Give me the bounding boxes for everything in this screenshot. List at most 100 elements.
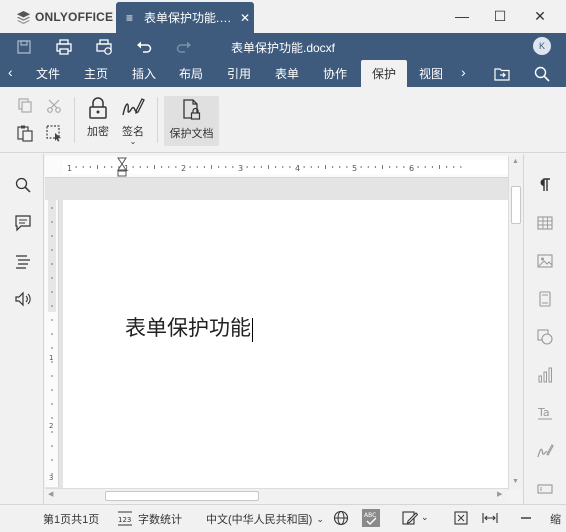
shape-icon[interactable] [536,328,554,346]
ribbon-separator [74,97,75,143]
language-label: 中文(中华人民共和国) [206,514,313,526]
ribbon-panel: 加密 签名 ⌄ 保护文档 [0,87,566,153]
document-canvas[interactable]: 表单保护功能 [45,178,508,490]
onlyoffice-logo[interactable]: ONLYOFFICE [16,9,113,25]
lock-icon [89,97,107,119]
sign-dropdown-icon[interactable]: ⌄ [130,138,137,146]
tabs-scroll-right-icon[interactable]: › [461,64,466,80]
editor-header: 表单保护功能.docxf K ‹ 文件 主页 插入 布局 引用 表单 协作 保护… [0,33,566,87]
zoom-label[interactable]: 缩 [550,511,561,527]
tab-layout[interactable]: 布局 [171,60,211,87]
zoom-out-icon[interactable] [518,510,534,526]
right-sidebar: Ta [523,154,566,504]
comments-icon[interactable] [14,214,32,232]
left-indent-marker[interactable] [117,170,127,177]
horizontal-scrollbar[interactable]: ◀ ▶ [45,488,508,503]
document-body-text[interactable]: 表单保护功能 [125,312,253,342]
tab-references[interactable]: 引用 [219,60,259,87]
page-info[interactable]: 第1页共1页 [43,511,99,527]
vertical-ruler-scale: 1 2 3 [48,200,56,482]
tab-protection[interactable]: 保护 [361,60,407,87]
ruler-tick-label: 5 [352,164,357,173]
cut-icon[interactable] [45,97,63,115]
app-title-bar: ONLYOFFICE ≡ 表单保护功能.… ✕ — ☐ ✕ [0,0,566,33]
header-footer-icon[interactable] [536,290,554,308]
document-text[interactable]: 表单保护功能 [125,316,251,340]
ruler-tick-label: 1 [49,354,53,362]
vertical-scrollbar[interactable]: ▲ ▼ [508,156,523,490]
horizontal-ruler[interactable]: 1123456 [45,156,508,178]
left-sidebar [0,154,44,504]
tab-forms[interactable]: 表单 [267,60,307,87]
protect-document-label: 保护文档 [169,128,214,140]
select-all-icon[interactable] [45,124,63,142]
table-icon[interactable] [536,214,554,232]
scroll-up-icon[interactable]: ▲ [512,158,519,165]
minimize-button[interactable]: — [452,6,472,26]
language-selector[interactable]: 中文(中华人民共和国) ⌄ [206,511,324,527]
ribbon-tabs: ‹ 文件 主页 插入 布局 引用 表单 协作 保护 视图 › [0,60,566,87]
paste-icon[interactable] [16,124,34,142]
scroll-down-icon[interactable]: ▼ [512,478,519,485]
tab-insert[interactable]: 插入 [124,60,164,87]
close-window-button[interactable]: ✕ [530,6,550,26]
tab-file[interactable]: 文件 [28,60,68,87]
copy-icon[interactable] [16,97,34,115]
fit-width-icon[interactable] [482,510,498,526]
track-changes-dropdown-icon[interactable]: ⌄ [421,512,429,523]
document-page[interactable]: 表单保护功能 [63,200,508,490]
spellcheck-icon[interactable]: ABC [362,509,380,527]
tab-collaboration[interactable]: 协作 [315,60,355,87]
signature-settings-icon[interactable] [536,442,554,460]
chart-icon[interactable] [536,366,554,384]
paragraph-icon[interactable] [536,176,554,194]
vertical-ruler[interactable]: 1 2 3 [45,200,59,487]
image-icon[interactable] [536,252,554,270]
ruler-tick-label: 3 [49,474,53,482]
ruler-margin-shade [48,200,56,312]
tabs-scroll-left-icon[interactable]: ‹ [8,64,13,80]
scroll-right-icon[interactable]: ▶ [497,490,502,498]
ruler-tick-label: 2 [181,164,186,173]
status-bar: 第1页共1页 123 字数统计 中文(中华人民共和国) ⌄ ABC ⌄ 缩 [0,504,566,532]
ribbon-separator [157,97,158,143]
ruler-strip [63,160,508,174]
form-field-icon[interactable] [536,480,554,498]
scroll-left-icon[interactable]: ◀ [48,490,53,498]
word-count-label[interactable]: 字数统计 [138,511,182,527]
ruler-tick-label: 2 [49,422,53,430]
sign-button[interactable]: 签名 ⌄ [118,96,148,146]
word-count-icon[interactable]: 123 [117,510,133,526]
speaker-icon[interactable] [14,290,32,308]
protect-document-button[interactable]: 保护文档 [164,96,219,146]
hamburger-icon[interactable]: ≡ [126,11,140,25]
protect-document-icon [182,99,200,120]
document-tab[interactable]: ≡ 表单保护功能.… ✕ [116,2,254,33]
maximize-button[interactable]: ☐ [490,6,510,26]
user-avatar[interactable]: K [533,37,551,55]
fit-page-icon[interactable] [453,510,469,526]
text-caret [252,317,253,342]
vertical-scroll-thumb[interactable] [511,186,521,224]
onlyoffice-logo-icon [16,10,31,24]
search-icon[interactable] [533,65,551,83]
text-art-icon[interactable]: Ta [536,404,554,422]
encrypt-button[interactable]: 加密 [83,96,113,146]
document-title: 表单保护功能.docxf [230,41,336,55]
ruler-tick-label: 6 [409,164,414,173]
ruler-tick-label: 4 [295,164,300,173]
open-location-icon[interactable] [493,65,511,83]
navigation-icon[interactable] [14,252,32,270]
document-tab-title: 表单保护功能.… [144,11,232,25]
horizontal-scroll-thumb[interactable] [105,491,259,501]
close-tab-icon[interactable]: ✕ [240,11,250,25]
track-changes-icon[interactable] [402,510,419,526]
svg-text:ABC: ABC [364,512,376,519]
language-dropdown-icon: ⌄ [316,513,324,524]
find-icon[interactable] [14,176,32,194]
tab-home[interactable]: 主页 [76,60,116,87]
brand-name: ONLYOFFICE [35,10,114,24]
tab-view[interactable]: 视图 [411,60,451,87]
document-language-icon[interactable] [333,510,349,526]
ruler-scale: 1123456 [63,157,508,177]
